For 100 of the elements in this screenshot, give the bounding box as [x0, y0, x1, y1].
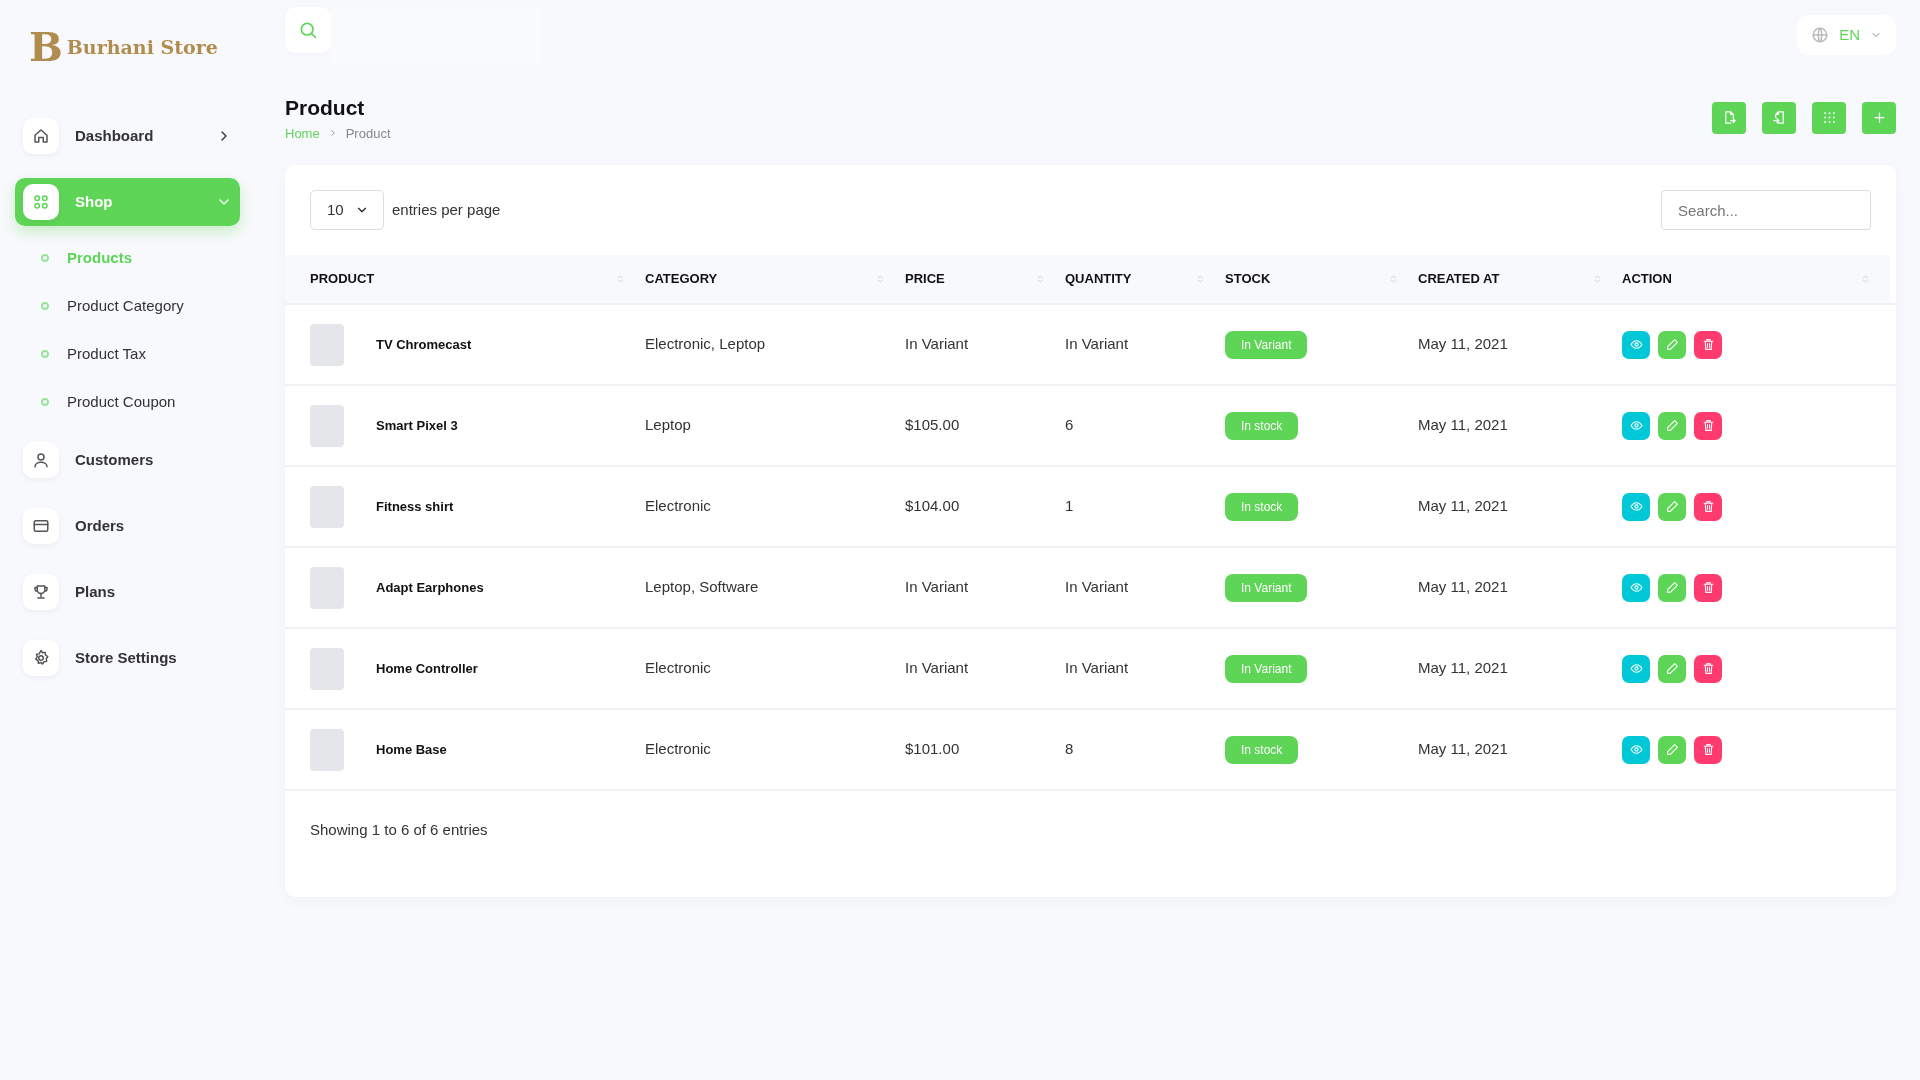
globe-icon: [1811, 26, 1830, 44]
view-button[interactable]: [1622, 573, 1650, 602]
pencil-icon: [1665, 419, 1679, 432]
product-photo: [310, 647, 344, 690]
logo-icon: B: [29, 27, 63, 67]
column-header[interactable]: PRODUCT: [285, 255, 645, 303]
quantity-cell-text: In Variant: [1065, 577, 1130, 598]
eye-icon: [1629, 338, 1643, 351]
edit-button[interactable]: [1658, 492, 1686, 521]
category-cell-text: Electronic: [645, 658, 712, 679]
delete-button[interactable]: [1694, 735, 1722, 764]
search-field[interactable]: Search...: [1661, 190, 1871, 230]
delete-button[interactable]: [1694, 330, 1722, 359]
delete-button[interactable]: [1694, 654, 1722, 683]
category-cell-text: Electronic: [645, 496, 712, 517]
add-button[interactable]: [1862, 101, 1896, 134]
trash-icon: [1701, 500, 1715, 513]
submenu-item[interactable]: Product Coupon: [15, 378, 240, 426]
page-size-label: entries per page: [392, 199, 501, 220]
category-cell-text: Electronic, Leptop: [645, 334, 767, 355]
sort-icon: [1593, 272, 1602, 286]
export-button[interactable]: [1712, 101, 1746, 134]
pencil-icon: [1665, 338, 1679, 351]
sidebar-item[interactable]: Store Settings: [15, 634, 240, 682]
product-name: TV Chromecast: [376, 335, 472, 354]
view-button[interactable]: [1622, 492, 1650, 521]
trophy-icon: [32, 583, 50, 601]
eye-icon: [1629, 500, 1643, 513]
sort-icon: [1389, 272, 1398, 286]
sidebar-item[interactable]: Plans: [15, 568, 240, 616]
quantity-cell-text: In Variant: [1065, 658, 1130, 679]
submenu-item[interactable]: Product Category: [15, 282, 240, 330]
sidebar-item[interactable]: Dashboard: [15, 112, 240, 160]
search-button[interactable]: [285, 7, 331, 53]
stock-status: In Variant: [1225, 330, 1308, 359]
grid-button[interactable]: [1812, 101, 1846, 134]
sort-icon: [616, 272, 625, 286]
product-name: Smart Pixel 3: [376, 416, 458, 435]
trash-icon: [1701, 581, 1715, 594]
settings-icon: [32, 649, 50, 667]
view-button[interactable]: [1622, 654, 1650, 683]
edit-button[interactable]: [1658, 330, 1686, 359]
product-photo: [310, 485, 344, 528]
view-button[interactable]: [1622, 411, 1650, 440]
user-icon: [32, 451, 50, 469]
quantity-cell-text: 8: [1065, 739, 1075, 760]
page-title: Product: [285, 95, 366, 121]
eye-icon: [1629, 419, 1643, 432]
submenu-item[interactable]: Product Tax: [15, 330, 240, 378]
quantity-cell-text: In Variant: [1065, 334, 1130, 355]
stock-status: In stock: [1225, 735, 1299, 764]
product-name: Fitness shirt: [376, 497, 454, 516]
edit-button[interactable]: [1658, 735, 1686, 764]
trash-icon: [1701, 662, 1715, 675]
date-cell-text: May 11, 2021: [1418, 739, 1509, 760]
import-button[interactable]: [1762, 101, 1796, 134]
column-header[interactable]: ACTION: [1622, 255, 1890, 303]
eye-icon: [1629, 581, 1643, 594]
pencil-icon: [1665, 581, 1679, 594]
delete-button[interactable]: [1694, 411, 1722, 440]
date-cell-text: May 11, 2021: [1418, 496, 1509, 517]
view-button[interactable]: [1622, 735, 1650, 764]
view-button[interactable]: [1622, 330, 1650, 359]
sidebar-item[interactable]: Orders: [15, 502, 240, 550]
bullet-icon: [41, 302, 49, 310]
entries-summary: Showing 1 to 6 of 6 entries: [310, 821, 488, 838]
column-header[interactable]: CATEGORY: [645, 255, 905, 303]
column-header[interactable]: PRICE: [905, 255, 1065, 303]
trash-icon: [1701, 419, 1715, 432]
stock-status: In Variant: [1225, 573, 1308, 602]
price-cell-text: In Variant: [905, 658, 970, 679]
trash-icon: [1701, 338, 1715, 351]
search-icon: [298, 20, 318, 40]
sort-icon: [876, 272, 885, 286]
price-cell-text: $104.00: [905, 496, 961, 517]
pencil-icon: [1665, 743, 1679, 756]
bullet-icon: [41, 398, 49, 406]
import-icon: [1771, 110, 1787, 125]
edit-button[interactable]: [1658, 411, 1686, 440]
page-size-select[interactable]: 10: [310, 190, 384, 230]
column-header[interactable]: CREATED AT: [1418, 255, 1622, 303]
product-name: Adapt Earphones: [376, 578, 484, 597]
delete-button[interactable]: [1694, 573, 1722, 602]
date-cell-text: May 11, 2021: [1418, 334, 1509, 355]
product-photo: [310, 323, 344, 366]
stock-status: In stock: [1225, 411, 1299, 440]
edit-button[interactable]: [1658, 573, 1686, 602]
delete-button[interactable]: [1694, 492, 1722, 521]
sort-icon: [1196, 272, 1205, 286]
edit-button[interactable]: [1658, 654, 1686, 683]
stock-status: In Variant: [1225, 654, 1308, 683]
date-cell-text: May 11, 2021: [1418, 577, 1509, 598]
brand-name: Burhani Store: [66, 34, 218, 60]
column-header[interactable]: STOCK: [1225, 255, 1418, 303]
card-icon: [32, 517, 50, 535]
column-header[interactable]: QUANTITY: [1065, 255, 1225, 303]
sidebar-item[interactable]: Customers: [15, 436, 240, 484]
category-cell-text: Electronic: [645, 739, 712, 760]
home-icon: [32, 127, 50, 145]
price-cell-text: In Variant: [905, 334, 970, 355]
